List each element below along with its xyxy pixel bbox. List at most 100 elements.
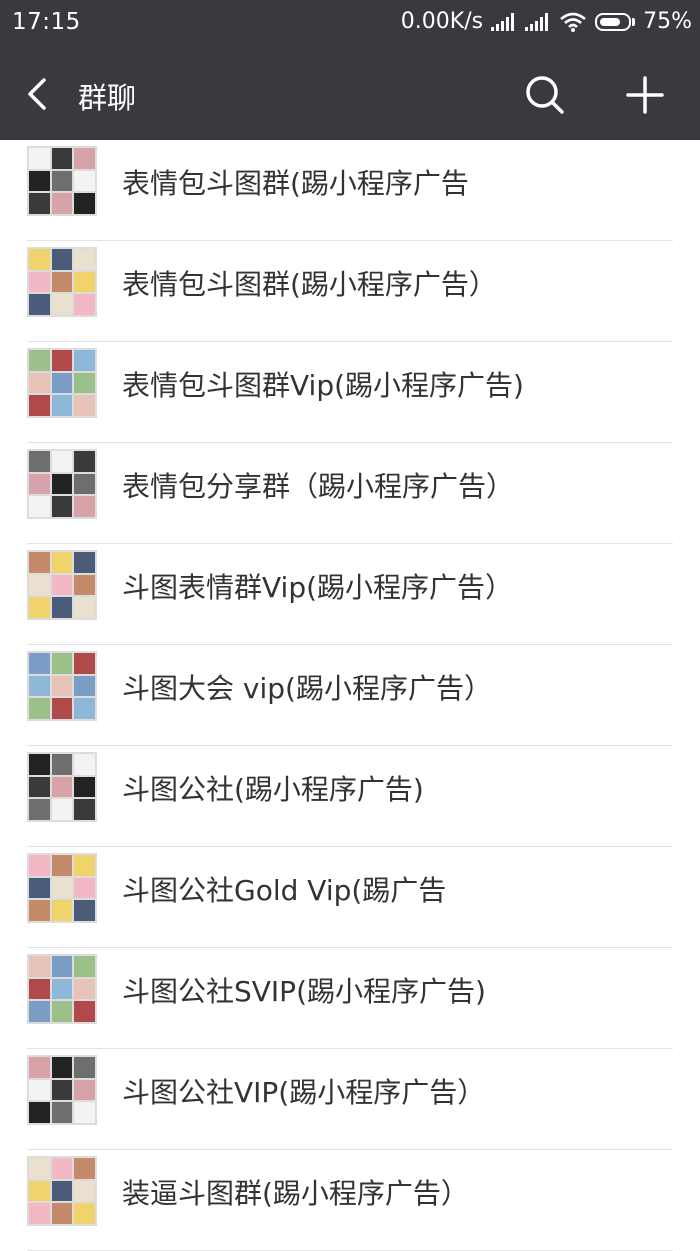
avatar-tile — [51, 754, 73, 775]
avatar-tile — [29, 148, 50, 169]
avatar-tile — [29, 877, 50, 899]
avatar-tile — [74, 675, 95, 697]
avatar-tile — [74, 877, 95, 899]
group-list-item[interactable]: 斗图表情群Vip(踢小程序广告） — [0, 544, 700, 645]
avatar-tile — [74, 1158, 95, 1179]
avatar-tile — [29, 193, 50, 214]
avatar-tile — [74, 776, 95, 798]
group-name: 斗图大会 vip(踢小程序广告） — [122, 672, 492, 705]
avatar-tile — [29, 1203, 50, 1224]
group-list-item[interactable]: 表情包斗图群Vip(踢小程序广告) — [0, 342, 700, 443]
group-list-item[interactable]: 表情包斗图群(踢小程序广告） — [0, 241, 700, 342]
group-list-item[interactable]: 斗图公社SVIP(踢小程序广告) — [0, 948, 700, 1049]
avatar-tile — [51, 574, 73, 596]
avatar-tile — [74, 754, 95, 775]
avatar-tile — [51, 271, 73, 293]
avatar-tile — [51, 1102, 73, 1123]
signal-icon — [491, 12, 515, 31]
avatar-tile — [51, 473, 73, 495]
avatar-tile — [51, 597, 73, 618]
avatar-tile — [74, 1001, 95, 1022]
avatar-tile — [29, 271, 50, 293]
avatar-tile — [51, 855, 73, 876]
group-name: 斗图公社Gold Vip(踢广告 — [122, 874, 447, 907]
search-icon[interactable] — [524, 74, 566, 116]
avatar-tile — [29, 799, 50, 820]
plus-icon[interactable] — [624, 74, 666, 116]
avatar-tile — [74, 1079, 95, 1101]
group-name: 装逼斗图群(踢小程序广告） — [122, 1177, 469, 1210]
avatar-tile — [29, 170, 50, 192]
avatar-tile — [29, 776, 50, 798]
avatar-tile — [29, 249, 50, 270]
avatar-tile — [74, 473, 95, 495]
avatar-tile — [29, 1158, 50, 1179]
avatar-tile — [29, 1180, 50, 1202]
avatar-tile — [29, 552, 50, 573]
group-avatar — [27, 954, 97, 1024]
avatar-tile — [74, 496, 95, 517]
avatar-tile — [74, 249, 95, 270]
group-name: 表情包分享群（踢小程序广告） — [122, 470, 515, 503]
avatar-tile — [29, 956, 50, 977]
avatar-tile — [74, 170, 95, 192]
group-list-item[interactable]: 装逼斗图群(踢小程序广告） — [0, 1150, 700, 1251]
avatar-tile — [29, 395, 50, 416]
avatar-tile — [51, 193, 73, 214]
avatar-tile — [29, 754, 50, 775]
group-list-item[interactable]: 斗图公社VIP(踢小程序广告） — [0, 1049, 700, 1150]
wifi-icon — [560, 12, 586, 32]
group-list-item[interactable]: 斗图大会 vip(踢小程序广告） — [0, 645, 700, 746]
avatar-tile — [51, 776, 73, 798]
avatar-tile — [29, 1102, 50, 1123]
avatar-tile — [74, 148, 95, 169]
avatar-tile — [74, 1102, 95, 1123]
group-list-item[interactable]: 斗图公社(踢小程序广告) — [0, 746, 700, 847]
avatar-tile — [74, 1203, 95, 1224]
avatar-tile — [29, 1057, 50, 1078]
avatar-tile — [51, 1079, 73, 1101]
avatar-tile — [51, 148, 73, 169]
avatar-tile — [74, 372, 95, 394]
group-avatar — [27, 1156, 97, 1226]
page-title: 群聊 — [78, 81, 137, 115]
group-avatar — [27, 550, 97, 620]
group-list-item[interactable]: 表情包斗图群(踢小程序广告 — [0, 140, 700, 241]
status-bar: 17:15 0.00K/s 75% — [0, 0, 700, 48]
avatar-tile — [51, 1158, 73, 1179]
avatar-tile — [51, 372, 73, 394]
group-name: 斗图公社VIP(踢小程序广告） — [122, 1076, 486, 1109]
avatar-tile — [51, 698, 73, 719]
status-indicators: 0.00K/s 75% — [401, 9, 692, 34]
group-avatar — [27, 651, 97, 721]
group-list-item[interactable]: 表情包分享群（踢小程序广告） — [0, 443, 700, 544]
status-time: 17:15 — [12, 9, 81, 35]
group-avatar — [27, 348, 97, 418]
top-bar: 17:15 0.00K/s 75% 群聊 — [0, 0, 700, 140]
group-chat-list: 表情包斗图群(踢小程序广告 表情包斗图群(踢小程序广告） 表情包斗图群Vip(踢小程… — [0, 140, 700, 1251]
battery-icon — [595, 12, 636, 31]
avatar-tile — [74, 597, 95, 618]
group-name: 表情包斗图群Vip(踢小程序广告) — [122, 369, 524, 402]
avatar-tile — [29, 574, 50, 596]
battery-percent: 75% — [643, 9, 692, 34]
group-avatar — [27, 1055, 97, 1125]
avatar-tile — [74, 395, 95, 416]
avatar-tile — [51, 496, 73, 517]
avatar-tile — [74, 978, 95, 1000]
avatar-tile — [74, 855, 95, 876]
group-avatar — [27, 752, 97, 822]
group-list-item[interactable]: 斗图公社Gold Vip(踢广告 — [0, 847, 700, 948]
avatar-tile — [51, 799, 73, 820]
avatar-tile — [74, 799, 95, 820]
avatar-tile — [51, 653, 73, 674]
avatar-tile — [51, 552, 73, 573]
avatar-tile — [74, 271, 95, 293]
avatar-tile — [29, 350, 50, 371]
avatar-tile — [74, 574, 95, 596]
avatar-tile — [29, 1079, 50, 1101]
group-avatar — [27, 247, 97, 317]
back-button[interactable] — [22, 74, 56, 114]
group-avatar — [27, 146, 97, 216]
signal-icon — [525, 12, 549, 31]
